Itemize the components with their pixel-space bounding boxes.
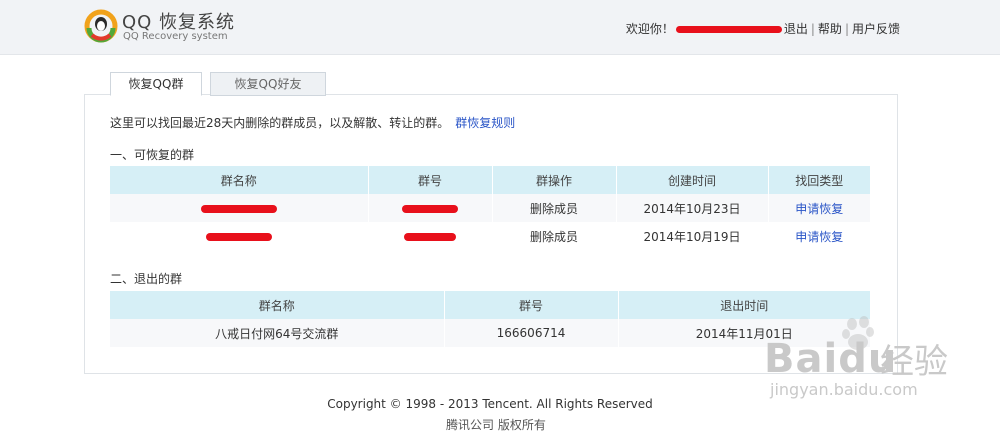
operation-cell: 删除成员 [492,194,617,222]
column-header: 创建时间 [616,166,769,194]
redacted-group-name [200,204,277,213]
logout-link[interactable]: 退出 [784,22,808,36]
column-header: 群号 [368,166,493,194]
column-header: 群号 [444,291,619,319]
welcome-text: 欢迎你！ [625,22,674,36]
help-link[interactable]: 帮助 [818,22,842,36]
app-header: QQ 恢复系统 QQ Recovery system 欢迎你！ 退出 | 帮助 | 用户反… [0,0,1000,55]
feedback-link[interactable]: 用户反馈 [852,22,900,36]
group-number-cell [368,222,493,250]
created-cell: 2014年10月23日 [616,194,769,222]
exited-groups-table: 群名称 群号 退出时间 八戒日付网64号交流群 166606714 2014年1… [110,291,870,347]
group-number-cell: 166606714 [444,319,619,347]
table-row: 八戒日付网64号交流群 166606714 2014年11月01日 [110,319,870,347]
table-header-row: 群名称 群号 群操作 创建时间 找回类型 [110,166,870,194]
group-name-cell: 八戒日付网64号交流群 [110,319,445,347]
created-cell: 2014年10月19日 [616,222,769,250]
column-header: 群名称 [110,166,369,194]
action-cell: 申请恢复 [768,222,870,250]
group-recovery-rules-link[interactable]: 群恢复规则 [455,116,515,130]
redacted-group-number [404,232,456,241]
separator: | [844,22,849,36]
user-links: 欢迎你！ 退出 | 帮助 | 用户反馈 [626,20,900,37]
apply-recover-link[interactable]: 申请恢复 [795,230,843,244]
app-subtitle: QQ Recovery system [123,31,228,42]
column-header: 找回类型 [768,166,870,194]
qq-logo-icon [84,9,118,43]
exited-section-title: 二、退出的群 [110,272,183,286]
apply-recover-link[interactable]: 申请恢复 [795,202,843,216]
intro-text: 这里可以找回最近28天内删除的群成员，以及解散、转让的群。 [110,116,450,130]
operation-cell: 删除成员 [492,222,617,250]
group-name-cell [110,194,369,222]
group-number-cell [368,194,493,222]
redacted-username [675,26,782,33]
intro: 这里可以找回最近28天内删除的群成员，以及解散、转让的群。 群恢复规则 [110,114,515,131]
redacted-group-name [205,232,272,241]
column-header: 群操作 [492,166,617,194]
table-header-row: 群名称 群号 退出时间 [110,291,870,319]
watermark-brand: Baidu [764,336,898,382]
tab-recover-friends[interactable]: 恢复QQ好友 [210,72,326,96]
copyright: Copyright © 1998 - 2013 Tencent. All Rig… [327,397,653,411]
column-header: 群名称 [110,291,445,319]
table-row: 删除成员 2014年10月23日 申请恢复 [110,194,870,222]
separator: | [810,22,815,36]
recoverable-section-title: 一、可恢复的群 [110,148,195,162]
watermark-cn: 经验 [880,342,948,382]
recoverable-groups-table: 群名称 群号 群操作 创建时间 找回类型 删除成员 2014年10月23日 申请… [110,166,870,250]
tab-recover-group[interactable]: 恢复QQ群 [110,72,202,96]
group-name-cell [110,222,369,250]
redacted-group-number [402,204,458,213]
action-cell: 申请恢复 [768,194,870,222]
footer-partial: 腾讯公司 版权所有 [446,418,546,432]
table-row: 删除成员 2014年10月19日 申请恢复 [110,222,870,250]
